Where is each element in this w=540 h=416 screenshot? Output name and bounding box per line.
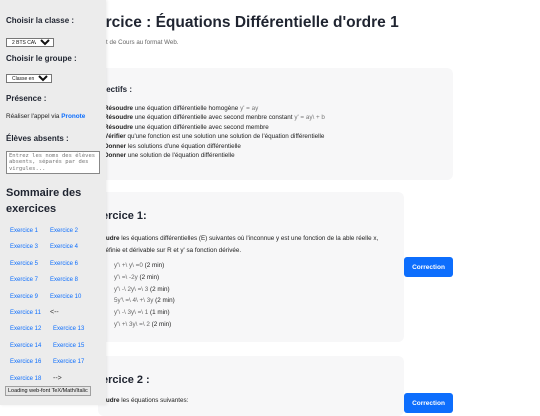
exercise-link[interactable]: Exercice 10 — [50, 294, 81, 300]
exercise-2-text: les équations suivantes: — [119, 397, 189, 404]
exercise-link[interactable]: Exercice 2 — [50, 228, 78, 234]
equation-math: y'\ +\ 3y\ =\ 2 — [114, 320, 150, 328]
exercise-1-equations: y'\ +\ y\ =0 (2 min) y'\ =\ -2y (2 min) y'… — [108, 260, 175, 331]
exercise-link[interactable]: Exercice 7 — [10, 277, 38, 283]
appel-text: Réaliser l'appel via Pronote — [6, 113, 85, 120]
equation-math: y'\ =\ -2y — [114, 273, 138, 281]
exercise-link[interactable]: Exercice 13 — [53, 326, 84, 332]
exercise-1-statement: oudre les équations différentielles (E) … — [102, 233, 397, 256]
exercise-2-heading: ercice 2 : — [102, 374, 150, 386]
equation-item: y'\ =\ -2y (2 min) — [108, 272, 175, 284]
sidebar: Choisir la classe : 2 BTS CAV Choisir le… — [0, 0, 106, 405]
equation-item: y'\ +\ 3y\ =\ 2 (2 min) — [108, 319, 175, 331]
exercise-link[interactable]: Exercice 16 — [10, 359, 41, 365]
exercise-1-text: les équations différentielles (E) suivan… — [102, 235, 379, 254]
exercise-link[interactable]: Exercice 17 — [53, 359, 84, 365]
objective-verb: Résoudre — [104, 114, 134, 122]
objective-verb: Résoudre — [104, 105, 134, 112]
summary-heading: Sommaire des exercices — [6, 187, 82, 215]
page-subtitle: rt de Cours au format Web. — [104, 39, 179, 46]
exercise-link[interactable]: Exercice 5 — [10, 261, 38, 267]
presence-label: Présence : — [6, 94, 47, 103]
groupe-select[interactable]: Classe entière — [6, 74, 52, 83]
objective-item: Résoudre une équation différentielle hom… — [104, 104, 325, 113]
absents-label: Élèves absents : — [6, 134, 69, 143]
appel-prefix: Réaliser l'appel via — [6, 113, 62, 120]
equation-item: 5y'\ =\ 4\ +\ 3y (2 min) — [108, 295, 175, 307]
equation-item: y'\ -\ 2y\ =\ 3 (2 min) — [108, 284, 175, 296]
mathjax-loading-message: Loading web-font TeX/Math/Italic — [5, 386, 91, 396]
equation-math: 5y'\ =\ 4\ +\ 3y — [114, 297, 154, 305]
equation-math: y'\ -\ 3y\ =\ 1 — [114, 309, 149, 317]
exercise-link[interactable]: Exercice 8 — [50, 277, 78, 283]
classe-select[interactable]: 2 BTS CAV — [6, 38, 54, 47]
groupe-label: Choisir le groupe : — [6, 54, 77, 63]
page-title: ercice : Équations Différentielle d'ordr… — [97, 14, 399, 31]
objective-math: y' = ay — [240, 105, 259, 112]
equation-item: y'\ -\ 3y\ =\ 1 (1 min) — [108, 307, 175, 319]
exercise-link[interactable]: Exercice 3 — [10, 244, 38, 250]
exercise-link[interactable]: Exercice 15 — [53, 343, 84, 349]
classe-label: Choisir la classe : — [6, 16, 75, 25]
objective-text: une solution de l'équation différentiell… — [126, 152, 235, 160]
objective-text: une équation différentielle avec second … — [133, 114, 295, 122]
nav-arrow-text: --> — [53, 374, 62, 382]
objective-item: Donner une solution de l'équation différ… — [104, 151, 325, 160]
exercise-link[interactable]: Exercice 1 — [10, 228, 38, 234]
equation-math: y'\ -\ 2y\ =\ 3 — [114, 285, 149, 293]
objective-item: Vérifier qu'une fonction est une solutio… — [104, 132, 325, 141]
equation-duration: (1 min) — [148, 309, 170, 317]
objective-text: une équation différentielle homogène — [133, 105, 241, 112]
exercise-2-card: ercice 2 : oudre les équations suivantes… — [98, 356, 404, 416]
exercise-2-correction-button[interactable]: Correction — [404, 393, 453, 413]
absents-textarea[interactable] — [6, 151, 100, 174]
exercise-link[interactable]: Exercice 14 — [10, 343, 41, 349]
objective-item: Résoudre une équation différentielle ave… — [104, 113, 325, 122]
pronote-link[interactable]: Pronote — [61, 113, 85, 120]
equation-math: y'\ +\ y\ =0 — [114, 262, 143, 269]
nav-arrow-text: <-- — [50, 308, 59, 316]
equation-duration: (2 min) — [149, 320, 172, 328]
objective-text: les solutions d'une équation différentie… — [126, 142, 241, 150]
objective-verb: Vérifier — [104, 133, 126, 141]
objective-text: une équation différentielle avec second … — [133, 123, 269, 131]
equation-duration: (2 min) — [153, 297, 175, 305]
equation-duration: (2 min) — [148, 285, 170, 293]
objectives-card: jectifs : Résoudre une équation différen… — [98, 68, 453, 180]
exercise-link[interactable]: Exercice 4 — [50, 244, 78, 250]
exercise-link[interactable]: Exercice 9 — [10, 294, 38, 300]
objective-verb: Résoudre — [104, 123, 134, 131]
objective-verb: Donner — [104, 152, 127, 160]
equation-duration: (2 min) — [137, 273, 160, 281]
equation-duration: (2 min) — [142, 262, 165, 269]
objective-item: Donner les solutions d'une équation diff… — [104, 142, 325, 151]
objective-item: Résoudre une équation différentielle ave… — [104, 123, 325, 132]
exercise-1-correction-button[interactable]: Correction — [404, 257, 453, 277]
exercise-1-heading: ercice 1: — [102, 210, 147, 222]
objectives-list: Résoudre une équation différentielle hom… — [104, 104, 325, 160]
exercise-link[interactable]: Exercice 12 — [10, 326, 41, 332]
exercise-link[interactable]: Exercice 11 — [10, 310, 41, 316]
exercise-1-card: ercice 1: oudre les équations différenti… — [98, 192, 404, 342]
objective-math: y' = ay\ + b — [294, 114, 325, 122]
objective-verb: Donner — [104, 142, 127, 150]
equation-item: y'\ +\ y\ =0 (2 min) — [108, 260, 175, 272]
exercise-link[interactable]: Exercice 18 — [10, 376, 41, 382]
exercise-link[interactable]: Exercice 6 — [50, 261, 78, 267]
objectives-heading: jectifs : — [104, 85, 133, 94]
objective-text: qu'une fonction est une solution une sol… — [125, 133, 325, 141]
